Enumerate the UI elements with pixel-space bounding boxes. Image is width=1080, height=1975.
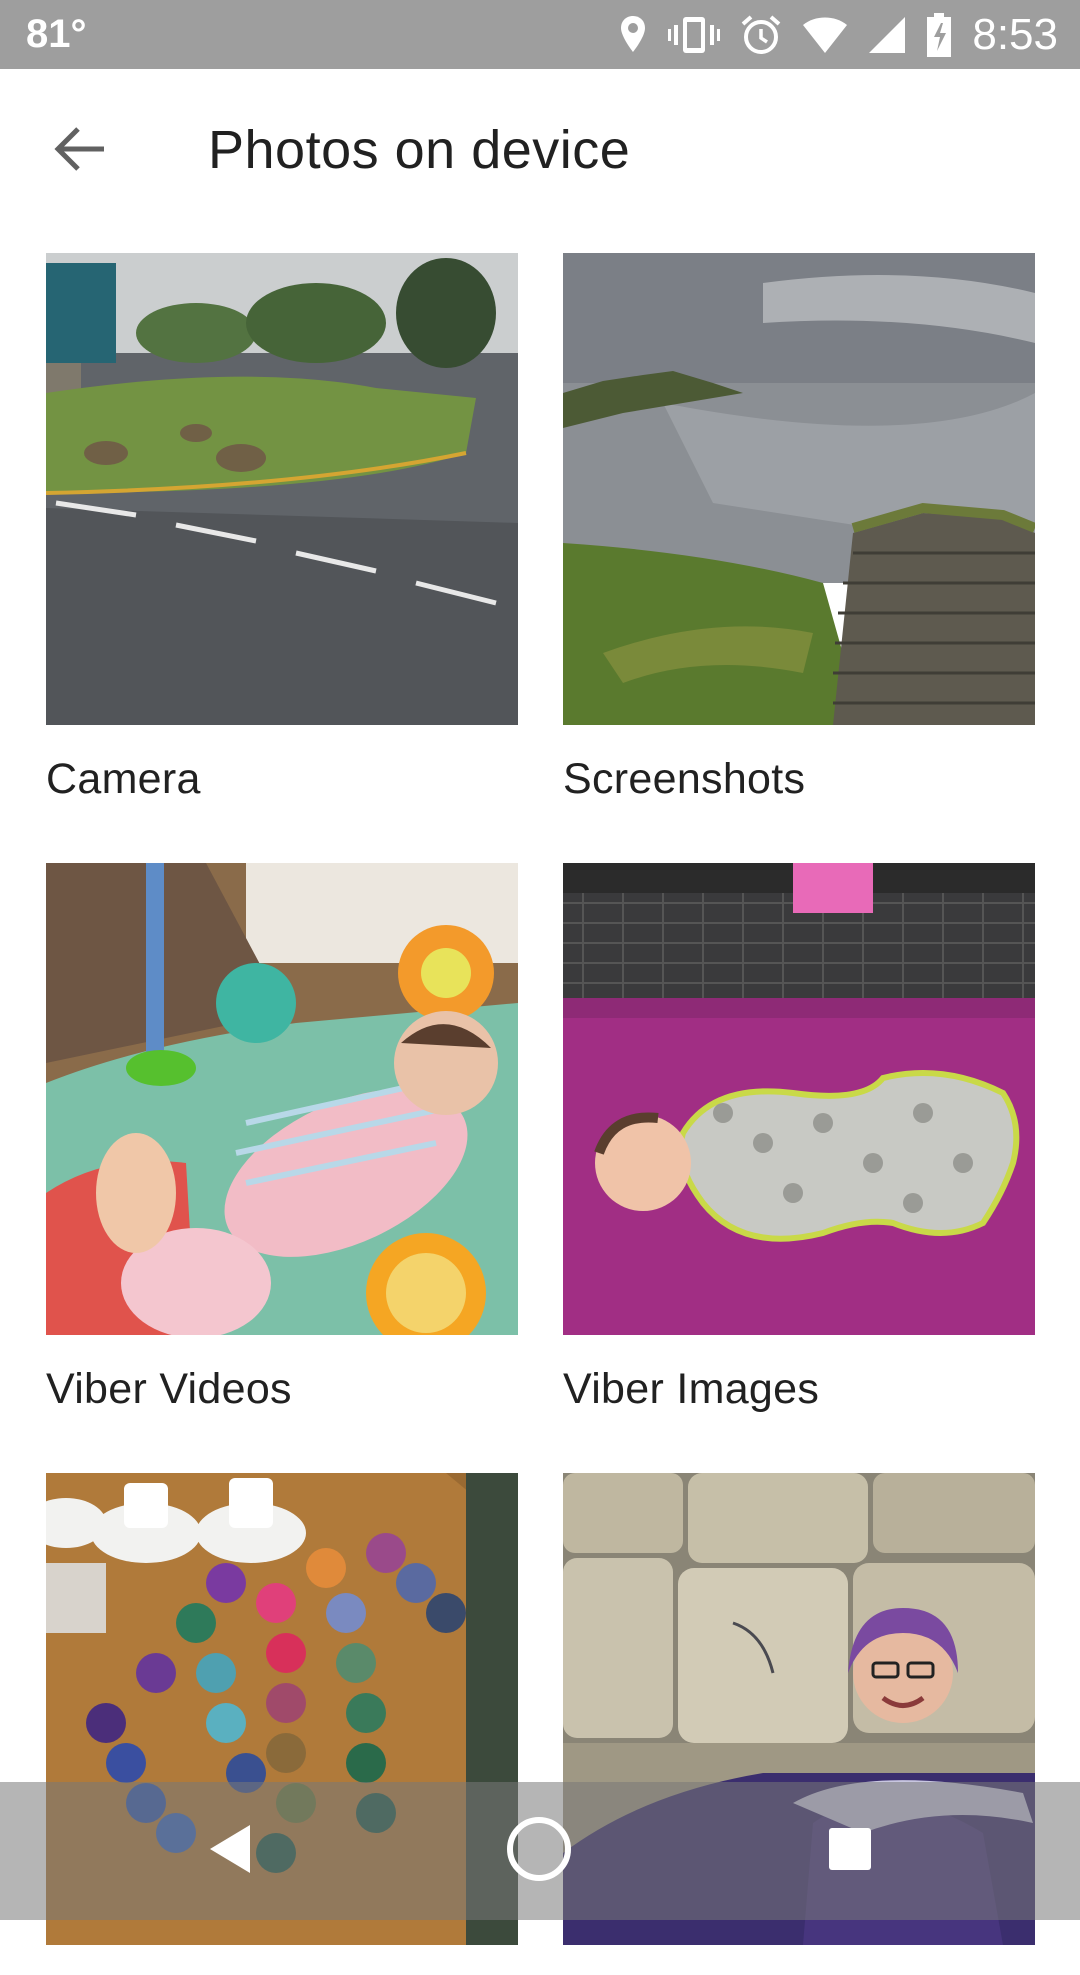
status-time: 8:53 [972,10,1058,59]
page-title: Photos on device [208,120,631,180]
alarm-icon [740,14,782,56]
recents-square-icon [827,1826,873,1877]
album-label: Camera [46,755,201,803]
status-temperature: 81° [26,12,87,56]
vibrate-icon [668,14,721,56]
status-icons: 8:53 [618,8,1058,62]
album-camera[interactable]: Camera [46,253,518,804]
album-label: Viber Videos [46,1365,292,1413]
album-thumbnail [46,253,518,725]
location-icon [618,14,648,56]
album-label: Screenshots [563,755,806,803]
album-thumbnail [563,863,1035,1335]
navigation-bar [0,1782,1080,1920]
album-thumbnail [46,863,518,1335]
battery-charging-icon [926,13,952,57]
back-button[interactable] [42,113,118,189]
album-viber-videos[interactable]: Viber Videos [46,863,518,1414]
road-photo [46,253,518,725]
home-circle-icon [505,1815,573,1888]
signal-icon [868,16,906,54]
nav-recents-button[interactable] [770,1782,930,1920]
app-bar: Photos on device [0,69,1080,233]
status-bar: 81° 8:53 [0,0,1080,69]
album-label: Viber Images [563,1365,820,1413]
album-viber-images[interactable]: Viber Images [563,863,1035,1414]
nav-home-button[interactable] [459,1782,619,1920]
album-thumbnail [563,253,1035,725]
coast-photo [563,253,1035,725]
baby-sleeping-photo [563,863,1035,1335]
album-screenshots[interactable]: Screenshots [563,253,1035,804]
wifi-icon [802,16,848,54]
back-triangle-icon [206,1823,254,1880]
nav-back-button[interactable] [150,1782,310,1920]
arrow-back-icon [54,125,106,178]
baby-playmat-photo [46,863,518,1335]
